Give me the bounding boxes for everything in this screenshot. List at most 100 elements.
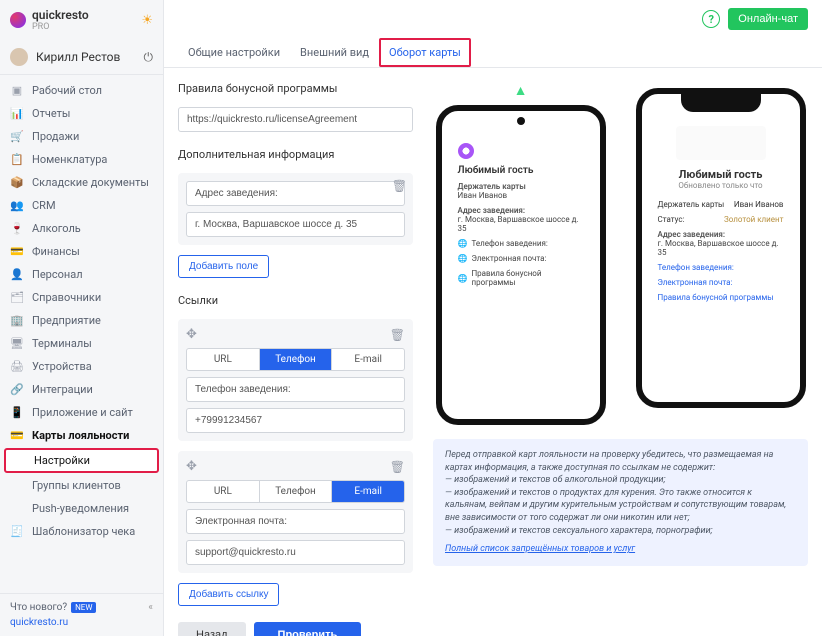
nav-item[interactable]: 🛒Продажи (0, 125, 163, 148)
notch-icon (517, 117, 525, 125)
nav-item-loyalty[interactable]: 💳Карты лояльности (0, 424, 163, 447)
email-value-input[interactable] (186, 540, 405, 565)
nav-item[interactable]: 🏢Предприятие (0, 309, 163, 332)
card-icon: 💳 (10, 429, 24, 442)
reports-icon: 📊 (10, 107, 24, 120)
theme-icon[interactable]: ☀ (141, 13, 153, 28)
nav-item[interactable]: 🖥Терминалы (0, 332, 163, 355)
seg-url[interactable]: URL (187, 481, 260, 502)
link-card-email: ✥ 🗑 URL Телефон E-mail (178, 451, 413, 573)
seg-url[interactable]: URL (187, 349, 260, 370)
globe-icon: 🌐 (458, 239, 468, 248)
tab-appearance[interactable]: Внешний вид (290, 38, 379, 67)
nav-item[interactable]: 🧾Шаблонизатор чека (0, 520, 163, 543)
main: ? Онлайн-чат Общие настройки Внешний вид… (164, 0, 822, 636)
nav-item[interactable]: 📦Складские документы (0, 171, 163, 194)
rules-url-input[interactable] (178, 107, 413, 132)
email-label-input[interactable] (186, 509, 405, 534)
chat-button[interactable]: Онлайн-чат (728, 8, 808, 30)
holder-value: Иван Иванов (458, 191, 584, 200)
tab-card-back[interactable]: Оборот карты (379, 38, 471, 67)
addr-label-input[interactable] (186, 181, 405, 206)
power-icon[interactable]: ⏻ (144, 50, 154, 65)
nav-item[interactable]: 👥CRM (0, 194, 163, 217)
add-field-button[interactable]: Добавить поле (178, 255, 269, 278)
seg-email[interactable]: E-mail (332, 349, 404, 370)
addr-value-input[interactable] (186, 212, 405, 237)
tab-general[interactable]: Общие настройки (178, 38, 290, 67)
seg-phone[interactable]: Телефон (260, 481, 333, 502)
directory-icon: 🗂 (10, 291, 24, 304)
desktop-icon: ▣ (10, 84, 24, 97)
new-badge: NEW (71, 602, 96, 613)
avatar (10, 48, 28, 66)
phone-value-input[interactable] (186, 408, 405, 433)
rules-title: Правила бонусной программы (178, 82, 413, 95)
terminal-icon: 🖥 (10, 337, 24, 350)
phone-label-input[interactable] (186, 377, 405, 402)
card-title: Любимый гость (658, 168, 784, 181)
seg-email[interactable]: E-mail (332, 481, 404, 502)
nav-item[interactable]: 📱Приложение и сайт (0, 401, 163, 424)
card-title: Любимый гость (458, 165, 584, 176)
extra-card: 🗑 (178, 173, 413, 245)
alcohol-icon: 🍷 (10, 222, 24, 235)
android-icon: ▲ (436, 82, 606, 99)
warehouse-icon: 📦 (10, 176, 24, 189)
trash-icon[interactable]: 🗑 (390, 460, 405, 474)
check-button[interactable]: Проверить (254, 622, 362, 636)
addr-label: Адрес заведения: (458, 206, 584, 215)
brand-block: quickresto PRO ☀ (0, 0, 163, 40)
sidebar-footer: Что нового?NEW« quickresto.ru (0, 593, 163, 636)
seg-phone[interactable]: Телефон (260, 349, 333, 370)
links-title: Ссылки (178, 294, 413, 307)
company-icon: 🏢 (10, 314, 24, 327)
nav-item[interactable]: ▣Рабочий стол (0, 79, 163, 102)
holder-label: Держатель карты (658, 200, 725, 209)
nav-item[interactable]: 📋Номенклатура (0, 148, 163, 171)
whats-new[interactable]: Что нового?NEW« (10, 602, 153, 613)
nav-item[interactable]: 💳Финансы (0, 240, 163, 263)
help-icon[interactable]: ? (702, 10, 720, 28)
site-link[interactable]: quickresto.ru (10, 617, 153, 628)
link-type-segment: URL Телефон E-mail (186, 480, 405, 503)
form-column: Правила бонусной программы Дополнительна… (178, 82, 413, 622)
link-card-phone: ✥ 🗑 URL Телефон E-mail (178, 319, 413, 441)
user-row[interactable]: Кирилл Рестов ⏻ (0, 40, 163, 75)
sales-icon: 🛒 (10, 130, 24, 143)
integrations-icon: 🔗 (10, 383, 24, 396)
nav-item[interactable]: 👤Персонал (0, 263, 163, 286)
add-link-button[interactable]: Добавить ссылку (178, 583, 279, 606)
trash-icon[interactable]: 🗑 (390, 328, 405, 342)
phones: ▲ Любимый гость Держатель карты Иван Ива… (433, 82, 808, 425)
rules-link: Правила бонусной программы (658, 293, 784, 302)
notice-line: — изображений и текстов сексуального хар… (445, 525, 796, 538)
notch-icon (681, 94, 761, 112)
move-icon[interactable]: ✥ (186, 327, 197, 342)
addr-value: г. Москва, Варшавское шоссе д. 35 (658, 239, 784, 257)
nav-sub-groups[interactable]: Группы клиентов (0, 474, 163, 497)
notice-box: Перед отправкой карт лояльности на прове… (433, 439, 808, 566)
globe-icon: 🌐 (458, 254, 468, 263)
notice-link[interactable]: Полный список запрещённых товаров и услу… (445, 544, 635, 554)
back-button[interactable]: Назад (178, 622, 246, 636)
nav-item[interactable]: 🖨Устройства (0, 355, 163, 378)
trash-icon[interactable]: 🗑 (392, 179, 407, 193)
crm-icon: 👥 (10, 199, 24, 212)
nav-item[interactable]: 🗂Справочники (0, 286, 163, 309)
app-icon: 📱 (10, 406, 24, 419)
nav-item[interactable]: 📊Отчеты (0, 102, 163, 125)
nav-item[interactable]: 🍷Алкоголь (0, 217, 163, 240)
notice-line: — изображений и текстов об алкогольной п… (445, 474, 796, 487)
nav-sub-push[interactable]: Push-уведомления (0, 497, 163, 520)
nav-item[interactable]: 🔗Интеграции (0, 378, 163, 401)
status-value: Золотой клиент (724, 215, 783, 224)
status-label: Статус: (658, 215, 685, 224)
nav: ▣Рабочий стол 📊Отчеты 🛒Продажи 📋Номенкла… (0, 75, 163, 593)
holder-label: Держатель карты (458, 182, 584, 191)
move-icon[interactable]: ✥ (186, 459, 197, 474)
holder-value: Иван Иванов (734, 200, 784, 209)
user-name: Кирилл Рестов (36, 50, 120, 64)
nav-sub-settings[interactable]: Настройки (4, 448, 159, 473)
collapse-icon[interactable]: « (148, 602, 153, 613)
